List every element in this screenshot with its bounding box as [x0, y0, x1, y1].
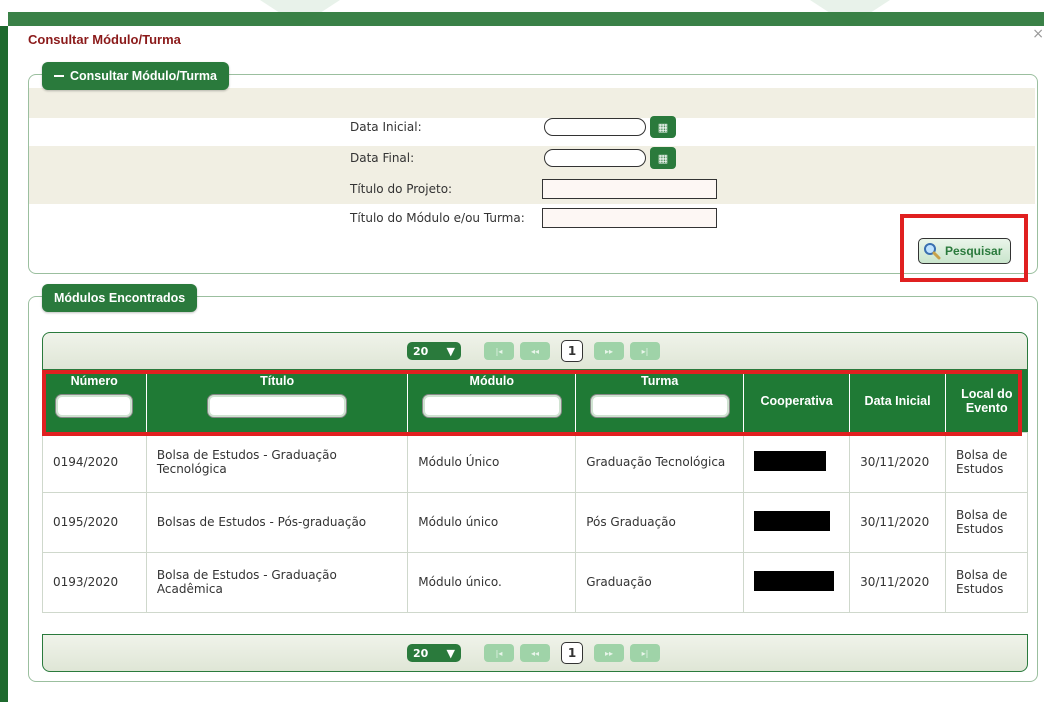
underlying-page-strip	[8, 12, 1044, 26]
column-header-titulo: Título	[146, 370, 409, 432]
calendar-icon[interactable]: ▦	[650, 147, 676, 169]
next-page-icon[interactable]: ▸▸	[594, 342, 624, 360]
results-panel-legend: Módulos Encontrados	[42, 284, 198, 312]
cell-modulo: Módulo Único	[407, 431, 577, 493]
cell-data-inicial: 30/11/2020	[849, 551, 947, 613]
cell-numero: 0193/2020	[42, 551, 147, 613]
cell-turma: Pós Graduação	[575, 491, 745, 553]
chevron-down-icon: ▼	[446, 344, 455, 358]
titulo-modulo-row: Título do Módulo e/ou Turma:	[350, 208, 717, 228]
cell-cooperativa	[743, 491, 851, 553]
titulo-modulo-label: Título do Módulo e/ou Turma:	[350, 211, 525, 225]
search-button-label: Pesquisar	[945, 244, 1003, 258]
cell-local: Bolsa de Estudos	[945, 431, 1028, 493]
window-left-border	[0, 0, 8, 702]
data-final-row: Data Final: ▦	[350, 147, 676, 169]
prev-page-icon[interactable]: ◂◂	[520, 342, 550, 360]
turma-filter-input[interactable]	[589, 394, 730, 418]
column-label: Cooperativa	[760, 393, 833, 408]
current-page[interactable]: 1	[561, 340, 583, 362]
pager-top: 20 ▼ |◂ ◂◂ 1 ▸▸ ▸|	[42, 332, 1028, 370]
rows-per-page-select[interactable]: 20 ▼	[407, 644, 461, 662]
last-page-icon[interactable]: ▸|	[630, 644, 660, 662]
column-label: Título	[260, 374, 295, 388]
titulo-filter-input[interactable]	[207, 394, 348, 418]
cell-titulo: Bolsa de Estudos - Graduação Acadêmica	[145, 551, 409, 613]
search-panel-legend-label: Consultar Módulo/Turma	[70, 69, 217, 83]
table-row[interactable]: 0195/2020 Bolsas de Estudos - Pós-gradua…	[42, 491, 1028, 553]
table-header-row: Número Título Módulo Turma Cooperativa D…	[42, 370, 1028, 432]
search-panel-legend[interactable]: Consultar Módulo/Turma	[42, 62, 229, 90]
titulo-projeto-input[interactable]	[542, 179, 717, 199]
current-page[interactable]: 1	[561, 642, 583, 664]
column-label: Módulo	[469, 374, 514, 388]
titulo-projeto-label: Título do Projeto:	[350, 182, 453, 196]
form-row-bg	[29, 88, 1035, 118]
redacted-block	[754, 510, 831, 531]
column-header-numero: Número	[42, 370, 147, 432]
column-label: Data Inicial	[864, 393, 931, 408]
last-page-icon[interactable]: ▸|	[630, 342, 660, 360]
rows-per-page-select[interactable]: 20 ▼	[407, 342, 461, 360]
cell-local: Bolsa de Estudos	[945, 551, 1028, 613]
pager-bottom: 20 ▼ |◂ ◂◂ 1 ▸▸ ▸|	[42, 634, 1028, 672]
titulo-modulo-input[interactable]	[542, 208, 717, 228]
data-inicial-label: Data Inicial:	[350, 120, 422, 134]
cell-numero: 0195/2020	[42, 491, 147, 553]
data-inicial-row: Data Inicial: ▦	[350, 116, 676, 138]
column-header-modulo: Módulo	[407, 370, 577, 432]
collapse-icon	[54, 74, 64, 77]
close-icon[interactable]: ×	[1032, 26, 1044, 42]
rows-per-page-value: 20	[413, 344, 429, 358]
titulo-projeto-row: Título do Projeto:	[350, 179, 717, 199]
next-page-icon[interactable]: ▸▸	[594, 644, 624, 662]
search-button[interactable]: Pesquisar	[918, 238, 1012, 264]
cell-local: Bolsa de Estudos	[945, 491, 1028, 553]
data-final-input[interactable]	[544, 149, 646, 167]
chevron-down-icon: ▼	[446, 646, 455, 660]
calendar-icon[interactable]: ▦	[650, 116, 676, 138]
first-page-icon[interactable]: |◂	[484, 342, 514, 360]
cell-numero: 0194/2020	[42, 431, 147, 493]
redacted-block	[754, 450, 827, 471]
cell-turma: Graduação Tecnológica	[575, 431, 745, 493]
cell-modulo: Módulo único	[407, 491, 577, 553]
column-header-data-inicial: Data Inicial	[849, 370, 947, 432]
numero-filter-input[interactable]	[55, 394, 134, 418]
first-page-icon[interactable]: |◂	[484, 644, 514, 662]
column-header-local: Local do Evento	[945, 370, 1028, 432]
dialog-title: Consultar Módulo/Turma	[28, 32, 181, 47]
redacted-block	[754, 570, 835, 591]
cell-data-inicial: 30/11/2020	[849, 491, 947, 553]
data-final-label: Data Final:	[350, 151, 415, 165]
results-panel-legend-label: Módulos Encontrados	[54, 291, 186, 305]
cell-cooperativa	[743, 551, 851, 613]
column-header-cooperativa: Cooperativa	[743, 370, 851, 432]
cell-titulo: Bolsas de Estudos - Pós-graduação	[145, 491, 409, 553]
cell-turma: Graduação	[575, 551, 745, 613]
table-row[interactable]: 0193/2020 Bolsa de Estudos - Graduação A…	[42, 551, 1028, 613]
prev-page-icon[interactable]: ◂◂	[520, 644, 550, 662]
cell-titulo: Bolsa de Estudos - Graduação Tecnológica	[145, 431, 409, 493]
cell-modulo: Módulo único.	[407, 551, 577, 613]
results-table: Número Título Módulo Turma Cooperativa D…	[42, 370, 1028, 613]
modulo-filter-input[interactable]	[421, 394, 562, 418]
column-label: Número	[70, 374, 118, 388]
cell-cooperativa	[743, 431, 851, 493]
data-inicial-input[interactable]	[544, 118, 646, 136]
rows-per-page-value: 20	[413, 646, 429, 660]
column-header-turma: Turma	[575, 370, 745, 432]
table-row[interactable]: 0194/2020 Bolsa de Estudos - Graduação T…	[42, 431, 1028, 493]
search-icon	[924, 243, 941, 260]
cell-data-inicial: 30/11/2020	[849, 431, 947, 493]
column-label: Turma	[641, 374, 679, 388]
column-label: Local do Evento	[961, 386, 1013, 415]
